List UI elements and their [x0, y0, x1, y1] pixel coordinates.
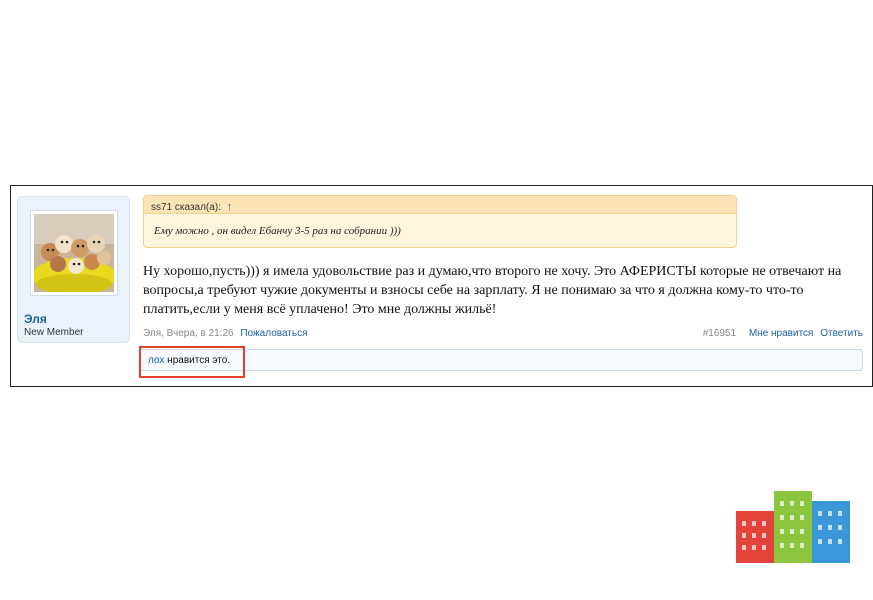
quote-jump-icon[interactable]: ↑: [227, 201, 233, 213]
quote-header: ss71 сказал(а): ↑: [144, 196, 736, 214]
avatar-image: [34, 214, 114, 292]
avatar[interactable]: [30, 210, 118, 296]
reply-link[interactable]: Ответить: [820, 328, 863, 339]
post-meta-left: Эля, Вчера, в 21:26 Пожаловаться: [143, 328, 308, 339]
quote-block: ss71 сказал(а): ↑ Ему можно , он видел Е…: [143, 195, 737, 248]
post-author-time[interactable]: Эля, Вчера, в 21:26: [143, 328, 234, 339]
report-link[interactable]: Пожаловаться: [240, 328, 307, 339]
user-title: New Member: [24, 327, 84, 338]
quote-text: Ему можно , он видел Ебанчу 3-5 раз на с…: [154, 225, 401, 237]
annotation-highlight-box: [139, 346, 245, 378]
user-card: Эля New Member: [17, 196, 130, 343]
likes-summary: лох нравится это.: [139, 349, 863, 371]
message-text: Ну хорошо,пусть))) я имела удовольствие …: [143, 264, 842, 317]
quote-author: ss71 сказал(а):: [151, 202, 221, 213]
site-logo-icon: [736, 491, 850, 563]
like-link[interactable]: Мне нравится: [749, 328, 814, 339]
user-name[interactable]: Эля: [24, 312, 47, 326]
post-number-link[interactable]: #16951: [703, 328, 736, 339]
post-meta-right: #16951 Мне нравится Ответить: [703, 328, 863, 339]
